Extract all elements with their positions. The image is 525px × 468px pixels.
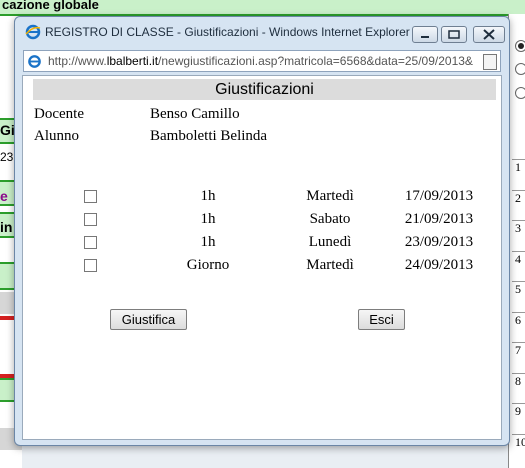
bg-row-number: 10 — [512, 433, 525, 456]
absence-day: Martedì — [306, 188, 354, 204]
url-text: http://www.lbalberti.it/newgiustificazio… — [48, 54, 473, 68]
absence-date: 23/09/2013 — [404, 234, 474, 250]
absence-row: Giorno Martedì 24/09/2013 — [23, 255, 503, 277]
bg-row-number: 4 — [512, 250, 525, 273]
close-icon — [483, 29, 495, 40]
absence-amount: Giorno — [186, 257, 230, 273]
bg-row-number: 9 — [512, 403, 525, 425]
page-title: Giustificazioni — [33, 79, 496, 100]
url-domain: lbalberti.it — [106, 54, 159, 68]
title-bar[interactable]: REGISTRO DI CLASSE - Giustificazioni - W… — [15, 17, 509, 45]
bg-fragment: 23 — [0, 150, 14, 164]
absence-date: 17/09/2013 — [404, 188, 474, 204]
bg-radio[interactable] — [515, 63, 525, 75]
absence-day: Martedì — [306, 257, 354, 273]
docente-label: Docente — [34, 106, 84, 122]
absence-row: 1h Martedì 17/09/2013 — [23, 186, 503, 208]
bg-row-number: 8 — [512, 372, 525, 395]
exit-button[interactable]: Esci — [358, 309, 405, 330]
justify-checkbox[interactable] — [84, 213, 97, 226]
bg-row-number: 3 — [512, 220, 525, 242]
address-bar[interactable]: http://www.lbalberti.it/newgiustificazio… — [23, 50, 501, 72]
bg-row-number: 2 — [512, 189, 525, 212]
absence-day: Sabato — [309, 211, 351, 227]
maximize-button[interactable] — [441, 26, 467, 43]
window-title: REGISTRO DI CLASSE - Giustificazioni - W… — [45, 25, 410, 39]
close-button[interactable] — [473, 26, 505, 43]
bg-fragment: e — [0, 188, 8, 204]
absence-date: 21/09/2013 — [404, 211, 474, 227]
bg-row-number: 6 — [512, 311, 525, 334]
bg-radio[interactable] — [515, 87, 525, 99]
bg-row-number: 1 — [512, 159, 525, 181]
minimize-button[interactable] — [412, 26, 438, 43]
ie-icon — [25, 24, 41, 40]
justify-button[interactable]: Giustifica — [110, 309, 187, 330]
restore-icon — [448, 30, 460, 39]
justify-checkbox[interactable] — [84, 259, 97, 272]
absence-amount: 1h — [200, 211, 216, 227]
bg-fragment: Gi — [0, 122, 15, 138]
absence-row: 1h Lunedì 23/09/2013 — [23, 232, 503, 254]
page-icon[interactable] — [483, 54, 497, 70]
bg-top-text: cazione globale — [2, 0, 99, 12]
bg-fragment: in — [0, 219, 13, 235]
alunno-value: Bamboletti Belinda — [150, 128, 268, 144]
alunno-label: Alunno — [34, 128, 79, 144]
ie-icon — [28, 55, 41, 68]
page-content: Giustificazioni Docente Benso Camillo Al… — [22, 75, 502, 440]
minimize-icon — [421, 36, 429, 38]
background-header: cazione globale — [0, 0, 525, 16]
absence-row: 1h Sabato 21/09/2013 — [23, 209, 503, 231]
absence-date: 24/09/2013 — [404, 257, 474, 273]
absence-amount: 1h — [200, 234, 216, 250]
url-path: /newgiustificazioni.asp?matricola=6568&d… — [158, 54, 473, 68]
url-prefix: http://www. — [48, 54, 107, 68]
bg-row-number: 5 — [512, 281, 525, 303]
justify-checkbox[interactable] — [84, 190, 97, 203]
docente-value: Benso Camillo — [150, 106, 240, 122]
popup-window: REGISTRO DI CLASSE - Giustificazioni - W… — [14, 16, 510, 446]
absence-amount: 1h — [200, 188, 216, 204]
bg-radio[interactable] — [515, 40, 525, 52]
bg-row-number: 7 — [512, 342, 525, 364]
justify-checkbox[interactable] — [84, 236, 97, 249]
absence-day: Lunedì — [308, 234, 352, 250]
